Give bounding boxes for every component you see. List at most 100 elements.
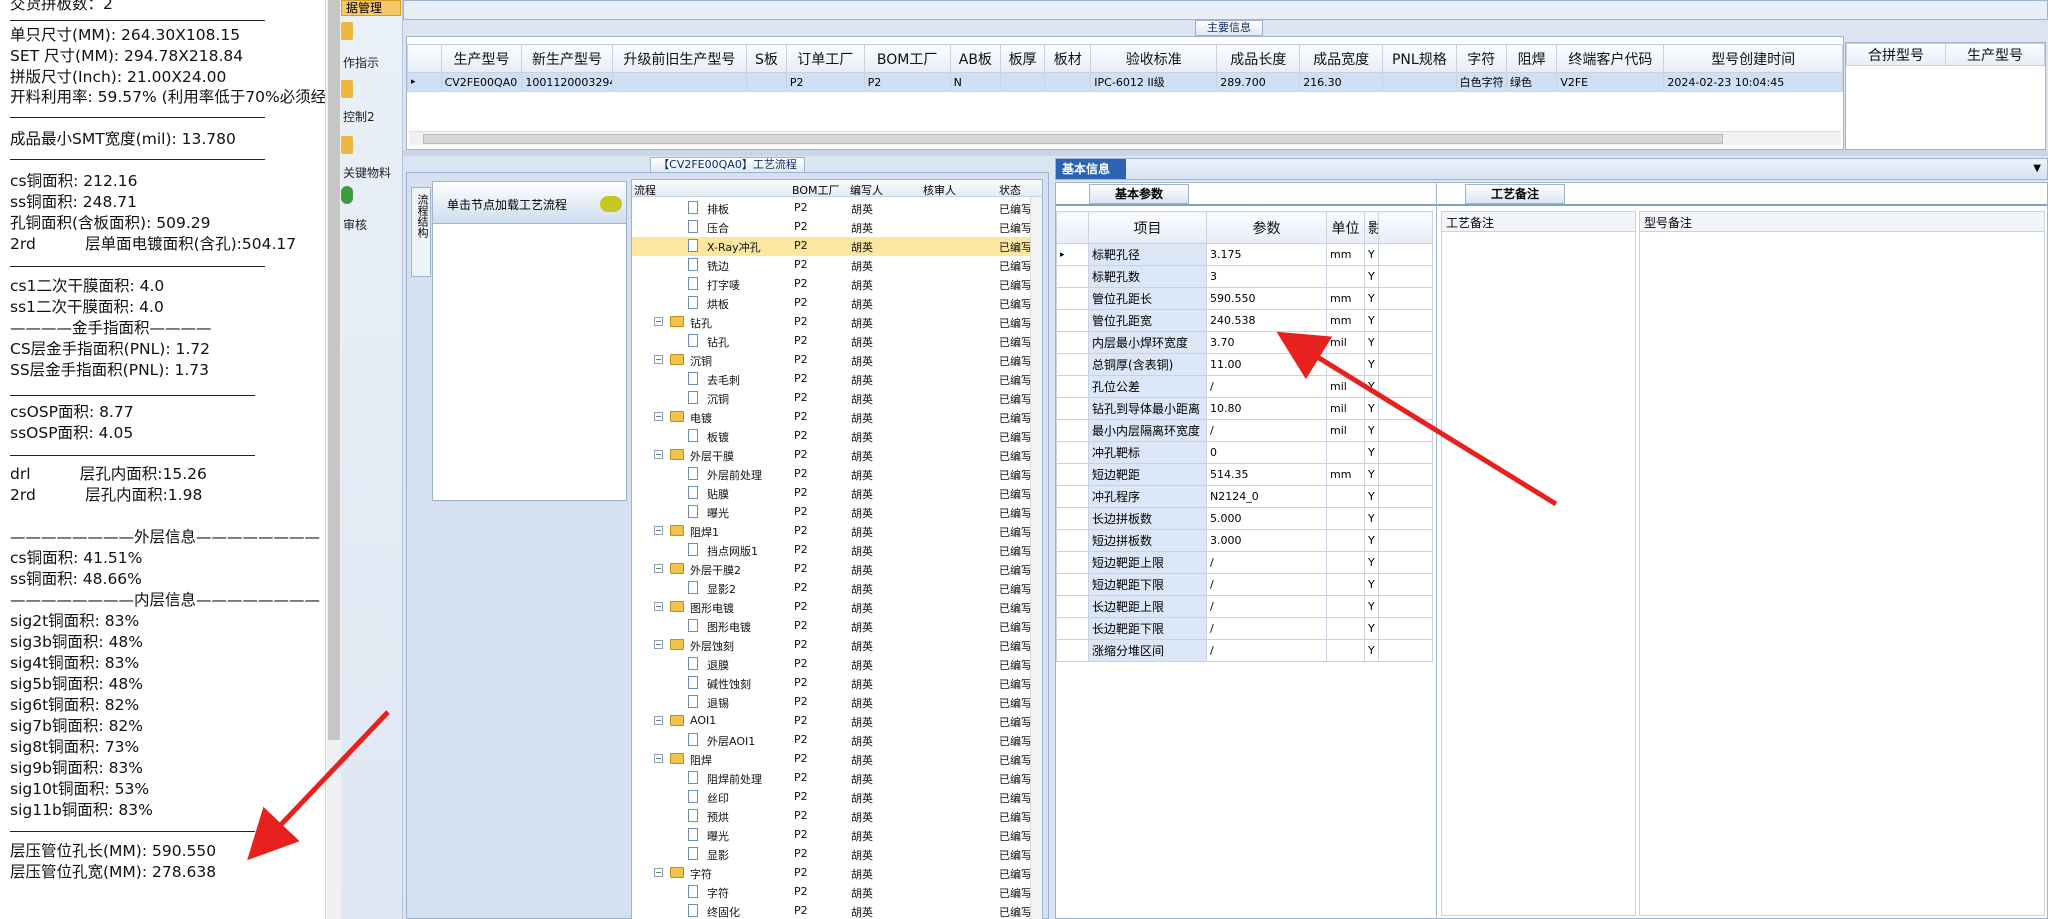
table-cell[interactable]: [1326, 573, 1365, 596]
tree-col-header[interactable]: 状态: [999, 182, 1021, 198]
tree-row[interactable]: 显影2 P2 胡英 已编写: [632, 579, 1042, 598]
collapse-toggle-icon[interactable]: −: [654, 868, 663, 877]
collapse-toggle-icon[interactable]: −: [654, 716, 663, 725]
table-cell[interactable]: V2FE: [1556, 72, 1665, 92]
row-selector[interactable]: [1056, 529, 1089, 552]
table-cell[interactable]: 3.70: [1206, 331, 1327, 354]
table-cell[interactable]: Y: [1364, 463, 1379, 486]
table-cell[interactable]: 冲孔靶标: [1088, 441, 1207, 464]
chevron-down-icon[interactable]: ▼: [2033, 163, 2041, 174]
info-scrollbar[interactable]: [325, 0, 341, 919]
table-cell[interactable]: [1382, 72, 1457, 92]
row-selector[interactable]: [1056, 573, 1089, 596]
table-cell[interactable]: 最小内层隔离环宽度: [1088, 419, 1207, 442]
col-header[interactable]: 板材: [1044, 44, 1092, 73]
table-row[interactable]: 标靶孔数 3 Y: [1056, 265, 1433, 288]
row-selector[interactable]: [1056, 353, 1089, 376]
col-header[interactable]: 终端客户代码: [1556, 44, 1665, 73]
table-cell[interactable]: Y: [1364, 375, 1379, 398]
table-cell[interactable]: 钻孔到导体最小距离: [1088, 397, 1207, 420]
table-cell[interactable]: Y: [1364, 353, 1379, 376]
table-row[interactable]: 管位孔距宽 240.538 mm Y: [1056, 309, 1433, 332]
table-cell[interactable]: mm: [1326, 243, 1365, 266]
table-row[interactable]: 总铜厚(含表铜) 11.00 Y: [1056, 353, 1433, 376]
table-cell[interactable]: 长边拼板数: [1088, 507, 1207, 530]
table-cell[interactable]: mm: [1326, 309, 1365, 332]
table-cell[interactable]: 590.550: [1206, 287, 1327, 310]
tree-row[interactable]: 烘板 P2 胡英 已编写: [632, 294, 1042, 313]
table-row[interactable]: 冲孔靶标 0 Y: [1056, 441, 1433, 464]
table-cell[interactable]: 短边靶距: [1088, 463, 1207, 486]
nav-item-key-materials[interactable]: 关键物料: [341, 136, 403, 180]
collapse-toggle-icon[interactable]: −: [654, 526, 663, 535]
table-cell[interactable]: 长边靶距上限: [1088, 595, 1207, 618]
table-row[interactable]: 短边靶距上限 / Y: [1056, 551, 1433, 574]
table-cell[interactable]: CV2FE00QA0: [440, 72, 523, 92]
table-row[interactable]: 管位孔距长 590.550 mm Y: [1056, 287, 1433, 310]
table-cell[interactable]: 240.538: [1206, 309, 1327, 332]
nav-item-control2[interactable]: 控制2: [341, 80, 403, 124]
nav-item-review[interactable]: 审核: [341, 186, 403, 232]
table-cell[interactable]: /: [1206, 573, 1327, 596]
tree-row[interactable]: − 字符 P2 胡英 已编写: [632, 864, 1042, 883]
splitter[interactable]: [403, 150, 2048, 156]
table-cell[interactable]: /: [1206, 551, 1327, 574]
col-header[interactable]: S板: [746, 44, 787, 73]
table-cell[interactable]: /: [1206, 419, 1327, 442]
tree-row[interactable]: − 沉铜 P2 胡英 已编写: [632, 351, 1042, 370]
tree-col-header[interactable]: 编写人: [850, 182, 883, 198]
table-cell[interactable]: 管位孔距长: [1088, 287, 1207, 310]
table-cell[interactable]: P2: [863, 72, 951, 92]
tree-row[interactable]: 排板 P2 胡英 已编写: [632, 199, 1042, 218]
table-cell[interactable]: Y: [1364, 485, 1379, 508]
process-tree[interactable]: 流程 BOM工厂 编写人 核审人 状态 排板 P2 胡英 已编写 压合 P2 胡英 已编写 X-Ray冲…: [631, 179, 1043, 919]
table-cell[interactable]: Y: [1364, 287, 1379, 310]
col-header[interactable]: 验收标准: [1090, 44, 1218, 73]
tree-row[interactable]: 铣边 P2 胡英 已编写: [632, 256, 1042, 275]
col-header[interactable]: 参数: [1206, 211, 1327, 244]
tree-row[interactable]: − 图形电镀 P2 胡英 已编写: [632, 598, 1042, 617]
row-selector[interactable]: [1056, 265, 1089, 288]
row-selector[interactable]: [1056, 397, 1089, 420]
tree-row[interactable]: 板镀 P2 胡英 已编写: [632, 427, 1042, 446]
table-cell[interactable]: 0: [1206, 441, 1327, 464]
col-header[interactable]: 成品宽度: [1299, 44, 1384, 73]
table-cell[interactable]: [1000, 72, 1046, 92]
node-load-panel[interactable]: 单击节点加载工艺流程: [432, 181, 627, 501]
row-selector[interactable]: [1056, 595, 1089, 618]
horizontal-scrollbar[interactable]: [409, 131, 1841, 145]
table-cell[interactable]: [1326, 551, 1365, 574]
table-cell[interactable]: 绿色: [1505, 72, 1558, 92]
tree-row[interactable]: 终固化 P2 胡英 已编写: [632, 902, 1042, 919]
tree-row[interactable]: 字符 P2 胡英 已编写: [632, 883, 1042, 902]
table-cell[interactable]: IPC-6012 II级: [1090, 72, 1218, 92]
tree-row[interactable]: 压合 P2 胡英 已编写: [632, 218, 1042, 237]
table-cell[interactable]: mil: [1326, 331, 1365, 354]
tab-basic-params[interactable]: 基本参数: [1089, 184, 1189, 204]
table-cell[interactable]: Y: [1364, 617, 1379, 640]
nav-item-work-instruction[interactable]: 作指示: [341, 22, 403, 70]
table-cell[interactable]: Y: [1364, 529, 1379, 552]
row-selector[interactable]: [1056, 617, 1089, 640]
tree-row[interactable]: X-Ray冲孔 P2 胡英 已编写: [632, 237, 1042, 256]
col-header[interactable]: BOM工厂: [863, 44, 951, 73]
table-cell[interactable]: Y: [1364, 419, 1379, 442]
table-cell[interactable]: 涨缩分堆区间: [1088, 639, 1207, 662]
row-selector[interactable]: [1056, 441, 1089, 464]
tree-row[interactable]: 挡点网版1 P2 胡英 已编写: [632, 541, 1042, 560]
tree-row[interactable]: 曝光 P2 胡英 已编写: [632, 826, 1042, 845]
table-cell[interactable]: 3: [1206, 265, 1327, 288]
tree-row[interactable]: 打字唛 P2 胡英 已编写: [632, 275, 1042, 294]
table-cell[interactable]: [1044, 72, 1092, 92]
tree-row[interactable]: 显影 P2 胡英 已编写: [632, 845, 1042, 864]
table-cell[interactable]: mil: [1326, 419, 1365, 442]
table-row[interactable]: 内层最小焊环宽度 3.70 mil Y: [1056, 331, 1433, 354]
tree-row[interactable]: − 钻孔 P2 胡英 已编写: [632, 313, 1042, 332]
table-cell[interactable]: Y: [1364, 573, 1379, 596]
table-cell[interactable]: mil: [1326, 375, 1365, 398]
col-header[interactable]: 成品长度: [1216, 44, 1301, 73]
table-cell[interactable]: 标靶孔径: [1088, 243, 1207, 266]
row-selector[interactable]: [1056, 287, 1089, 310]
table-cell[interactable]: Y: [1364, 331, 1379, 354]
table-cell[interactable]: 3.175: [1206, 243, 1327, 266]
